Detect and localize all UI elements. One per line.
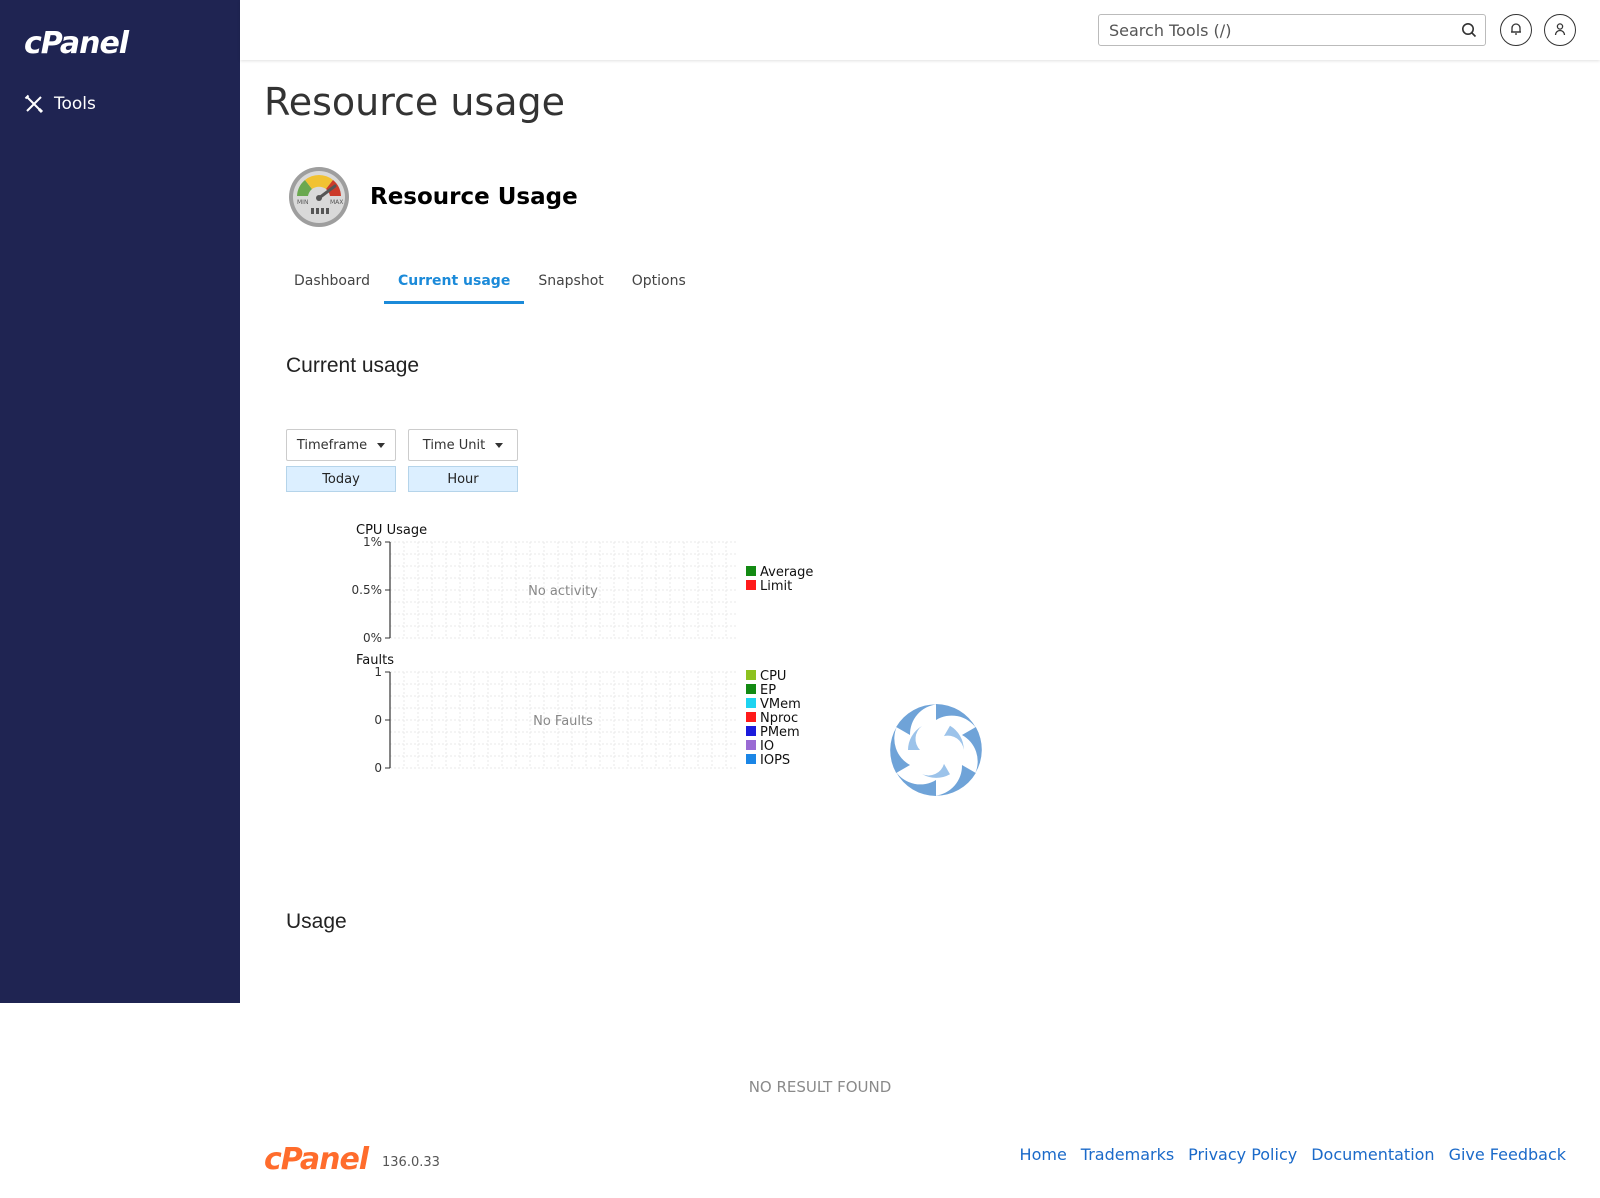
timeframe-label: Timeframe	[296, 437, 368, 453]
footer-link-home[interactable]: Home	[1020, 1145, 1067, 1164]
caret-down-icon	[377, 442, 386, 448]
empty-chart-message: No activity	[528, 584, 598, 599]
search-box	[1098, 14, 1486, 46]
resource-usage-gauge-icon: MIN MAX	[288, 166, 350, 232]
legend-swatch	[746, 754, 756, 764]
y-tick-label: 0.5%	[352, 583, 383, 597]
footer-link-privacy-policy[interactable]: Privacy Policy	[1188, 1145, 1297, 1164]
caret-down-icon	[495, 442, 504, 448]
notifications-button[interactable]	[1500, 14, 1532, 46]
y-tick-label: 0	[374, 713, 382, 727]
tab-current-usage[interactable]: Current usage	[383, 262, 525, 304]
user-icon	[1553, 21, 1567, 40]
search-input[interactable]	[1099, 15, 1459, 45]
sidebar-item-label: Tools	[54, 94, 96, 114]
tab-dashboard[interactable]: Dashboard	[280, 262, 384, 304]
section-title-current-usage: Current usage	[286, 354, 420, 377]
footer-links: Home Trademarks Privacy Policy Documenta…	[1020, 1145, 1566, 1164]
legend-swatch	[746, 712, 756, 722]
tab-bar: Dashboard Current usage Snapshot Options	[280, 262, 700, 304]
footer-link-trademarks[interactable]: Trademarks	[1081, 1145, 1174, 1164]
empty-chart-message: No Faults	[533, 714, 593, 729]
legend-swatch	[746, 580, 756, 590]
bell-icon	[1509, 21, 1523, 40]
no-result-message: NO RESULT FOUND	[748, 1078, 892, 1096]
tools-icon	[24, 94, 44, 114]
usage-charts: CPU Usage1%0.5%0%No activityAverageLimit…	[352, 523, 814, 775]
time-unit-dropdown[interactable]: Time Unit	[408, 429, 518, 461]
footer-link-give-feedback[interactable]: Give Feedback	[1449, 1145, 1566, 1164]
legend-swatch	[746, 566, 756, 576]
timeframe-value: Today	[286, 466, 396, 492]
y-tick-label: 0	[374, 761, 382, 775]
app-title: Resource Usage	[370, 184, 578, 210]
user-menu-button[interactable]	[1544, 14, 1576, 46]
section-title-usage: Usage	[286, 910, 347, 933]
time-unit-label: Time Unit	[422, 437, 486, 453]
sidebar-item-tools[interactable]: Tools	[24, 94, 96, 114]
footer-cpanel-logo[interactable]: cPanel	[264, 1142, 369, 1177]
legend-label: Nproc	[760, 711, 798, 726]
y-tick-label: 1%	[363, 535, 382, 549]
sidebar: cPanel Tools	[0, 0, 240, 1003]
legend-swatch	[746, 698, 756, 708]
y-tick-label: 0%	[363, 631, 382, 645]
legend-label: EP	[760, 683, 776, 698]
version-label: 136.0.33	[382, 1155, 440, 1170]
legend-swatch	[746, 726, 756, 736]
timeframe-dropdown[interactable]: Timeframe	[286, 429, 396, 461]
time-unit-value: Hour	[408, 466, 518, 492]
legend-label: VMem	[760, 697, 801, 712]
loading-spinner-icon	[886, 700, 986, 804]
legend-label: Average	[760, 565, 813, 580]
legend-swatch	[746, 684, 756, 694]
svg-text:MIN: MIN	[297, 199, 308, 206]
search-icon[interactable]	[1461, 22, 1477, 42]
footer-link-documentation[interactable]: Documentation	[1311, 1145, 1434, 1164]
legend-label: IOPS	[760, 753, 790, 768]
svg-text:MAX: MAX	[330, 199, 343, 206]
legend-swatch	[746, 670, 756, 680]
legend-label: CPU	[760, 669, 786, 684]
legend-label: PMem	[760, 725, 800, 740]
legend-swatch	[746, 740, 756, 750]
tab-options[interactable]: Options	[618, 262, 700, 304]
cpanel-logo[interactable]: cPanel	[24, 26, 129, 61]
tab-snapshot[interactable]: Snapshot	[524, 262, 617, 304]
legend-label: IO	[760, 739, 774, 754]
y-tick-label: 1	[374, 665, 382, 679]
legend-label: Limit	[760, 579, 792, 594]
page-title: Resource usage	[264, 80, 566, 124]
